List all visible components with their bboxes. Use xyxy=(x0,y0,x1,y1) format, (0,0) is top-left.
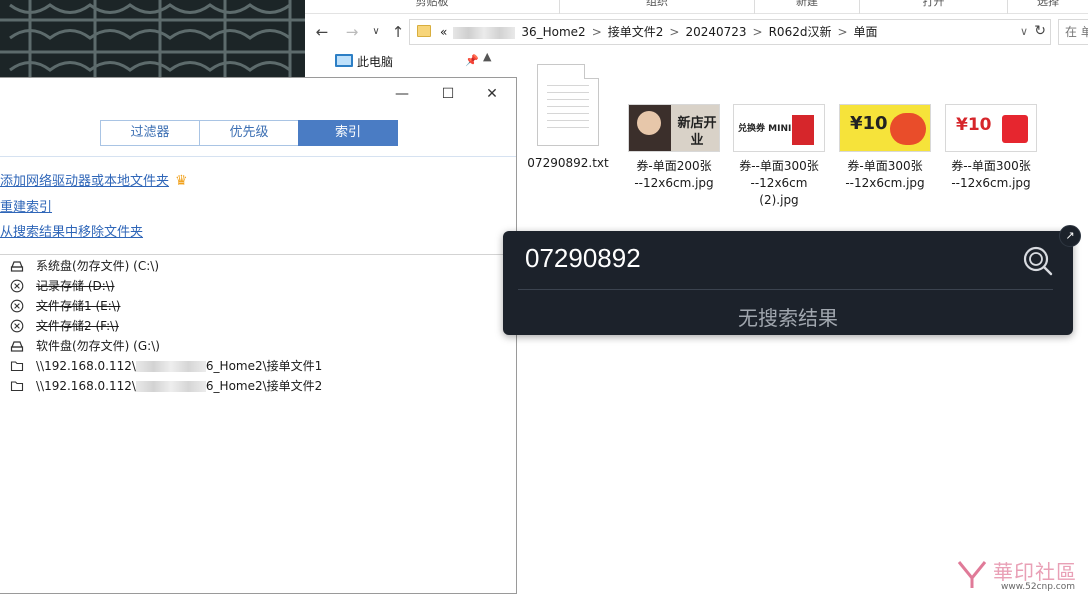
address-dropdown-icon[interactable]: ∨ xyxy=(1020,25,1028,38)
watermark-logo-icon xyxy=(957,561,987,588)
address-bar[interactable]: « 36_Home2 > 接单文件2 >20240723 > R062d汉新 > 单面 ∨ ↻ xyxy=(409,19,1051,45)
path-prefix: \\192.168.0.112\ xyxy=(36,359,136,373)
file-item[interactable]: 新店开业 ¥19.9 券-单面200张 --12x6cm.jpg xyxy=(624,104,724,192)
pin-icon[interactable]: 📌 xyxy=(465,54,479,67)
file-item[interactable]: 07290892.txt xyxy=(518,64,618,172)
index-location-label: 记录存储 (D:\) xyxy=(36,279,115,293)
computer-icon xyxy=(335,54,353,67)
index-location-label: 系统盘(勿存文件) (C:\) xyxy=(36,259,160,273)
folder-icon xyxy=(417,25,431,37)
file-name: 券--单面300张 --12x6cm (2).jpg xyxy=(739,159,819,207)
maximize-icon[interactable]: ☐ xyxy=(428,82,468,106)
no-results-text: 无搜索结果 xyxy=(738,306,838,330)
image-thumbnail: ¥10 xyxy=(945,104,1037,152)
navigation-pane: 此电脑 📌 ▲ xyxy=(305,48,505,78)
thumbnail-text: ¥10 xyxy=(956,115,992,135)
minimize-icon[interactable]: — xyxy=(382,82,422,106)
disabled-x-icon xyxy=(10,319,24,333)
disabled-x-icon xyxy=(10,299,24,313)
tab-index[interactable]: 索引 xyxy=(298,120,398,146)
ribbon-group-select[interactable]: 选择 xyxy=(1008,0,1088,14)
breadcrumb-item[interactable]: 接单文件2 xyxy=(608,25,664,39)
file-item[interactable]: 兑换券 MINI 券--单面300张 --12x6cm (2).jpg xyxy=(729,104,829,209)
file-name: 券-单面200张 --12x6cm.jpg xyxy=(634,159,714,190)
breadcrumb-item[interactable]: 36_Home2 xyxy=(521,25,585,39)
search-options-dialog: — ☐ ✕ 过滤器 优先级 索引 添加网络驱动器或本地文件夹 ♛ 重建索引 从搜索… xyxy=(0,77,517,594)
folder-icon xyxy=(10,361,24,372)
text-file-icon xyxy=(537,64,599,146)
redacted-text xyxy=(135,361,206,372)
breadcrumb-item[interactable]: 单面 xyxy=(854,25,878,39)
ribbon: 剪贴板 组织 新建 打开 选择 xyxy=(305,0,1088,14)
desktop-background-image xyxy=(0,0,305,80)
section-divider xyxy=(0,254,516,255)
thumbnail-text: 兑换券 MINI xyxy=(738,124,792,134)
ribbon-group-organize[interactable]: 组织 xyxy=(560,0,755,14)
index-location-label: \\192.168.0.112\ 6_Home2\接单文件1 xyxy=(36,357,322,375)
address-row: ← → ∨ ↑ « 36_Home2 > 接单文件2 >20240723 > R062d汉新… xyxy=(305,16,1088,48)
recent-locations-chevron-icon[interactable]: ∨ xyxy=(365,22,387,42)
chevron-right-icon[interactable]: > xyxy=(669,25,679,39)
forward-arrow-icon[interactable]: → xyxy=(341,22,363,42)
breadcrumb-item[interactable]: 20240723 xyxy=(685,25,746,39)
watermark: 華印社區 www.52cnp.com xyxy=(955,556,1085,594)
path-prefix: \\192.168.0.112\ xyxy=(36,379,136,393)
drive-icon xyxy=(10,261,24,272)
index-location-label: 文件存储1 (E:\) xyxy=(36,299,121,313)
file-item[interactable]: ¥10 券--单面300张 --12x6cm.jpg xyxy=(941,104,1041,192)
thumbnail-text: 新店开业 ¥19.9 xyxy=(676,116,717,151)
breadcrumb-overflow[interactable]: « xyxy=(440,25,447,39)
add-folder-link[interactable]: 添加网络驱动器或本地文件夹 ♛ xyxy=(0,170,188,189)
refresh-icon[interactable]: ↻ xyxy=(1034,23,1046,39)
ribbon-group-clipboard[interactable]: 剪贴板 xyxy=(305,0,560,14)
watermark-url: www.52cnp.com xyxy=(1001,582,1076,592)
back-arrow-icon[interactable]: ← xyxy=(311,22,333,42)
tab-divider xyxy=(0,156,516,157)
quick-search-popup: 07290892 无搜索结果 ↗ xyxy=(503,225,1081,335)
image-thumbnail: 新店开业 ¥19.9 xyxy=(628,104,720,152)
index-location-label: 文件存储2 (F:\) xyxy=(36,319,119,333)
crown-icon: ♛ xyxy=(175,173,188,189)
close-icon[interactable]: ✕ xyxy=(472,82,512,106)
file-name: 券-单面300张 --12x6cm.jpg xyxy=(845,159,925,190)
path-suffix: 6_Home2\接单文件1 xyxy=(205,359,323,373)
chevron-right-icon[interactable]: > xyxy=(753,25,763,39)
file-name: 07290892.txt xyxy=(527,156,609,170)
chevron-right-icon[interactable]: > xyxy=(592,25,602,39)
chevron-right-icon[interactable]: > xyxy=(837,25,847,39)
watermark-brand: 華印社區 xyxy=(993,560,1077,584)
up-arrow-icon[interactable]: ↑ xyxy=(387,22,409,42)
search-query-input[interactable]: 07290892 xyxy=(525,243,641,274)
index-location-label: \\192.168.0.112\ 6_Home2\接单文件2 xyxy=(36,377,322,395)
search-input[interactable]: 在 单 xyxy=(1058,19,1088,45)
redacted-text xyxy=(135,381,206,392)
folder-icon xyxy=(10,381,24,392)
image-thumbnail: 兑换券 MINI xyxy=(733,104,825,152)
tab-filters[interactable]: 过滤器 xyxy=(100,120,200,146)
path-suffix: 6_Home2\接单文件2 xyxy=(205,379,323,393)
file-item[interactable]: ¥10 券-单面300张 --12x6cm.jpg xyxy=(835,104,935,192)
search-icon[interactable] xyxy=(1021,244,1055,278)
expand-icon[interactable]: ↗ xyxy=(1059,225,1081,247)
file-name: 券--单面300张 --12x6cm.jpg xyxy=(951,159,1031,190)
add-folder-label[interactable]: 添加网络驱动器或本地文件夹 xyxy=(0,174,169,189)
redacted-text xyxy=(453,26,516,39)
disabled-x-icon xyxy=(10,279,24,293)
ribbon-group-new[interactable]: 新建 xyxy=(755,0,860,14)
breadcrumb: « 36_Home2 > 接单文件2 >20240723 > R062d汉新 > 单面 xyxy=(440,20,884,44)
rebuild-index-link[interactable]: 重建索引 xyxy=(0,196,52,215)
remove-folder-link[interactable]: 从搜索结果中移除文件夹 xyxy=(0,221,143,240)
drive-icon xyxy=(10,341,24,352)
image-thumbnail: ¥10 xyxy=(839,104,931,152)
index-location-label: 软件盘(勿存文件) (G:\) xyxy=(36,339,160,353)
ribbon-group-open[interactable]: 打开 xyxy=(860,0,1008,14)
thumbnail-text: ¥10 xyxy=(850,113,888,134)
tab-priority[interactable]: 优先级 xyxy=(199,120,299,146)
popup-divider xyxy=(518,289,1053,290)
nav-item-this-pc[interactable]: 此电脑 xyxy=(357,53,393,70)
scroll-up-icon[interactable]: ▲ xyxy=(483,50,491,63)
tab-bar: 过滤器 优先级 索引 xyxy=(100,120,398,146)
breadcrumb-item[interactable]: R062d汉新 xyxy=(769,25,832,39)
